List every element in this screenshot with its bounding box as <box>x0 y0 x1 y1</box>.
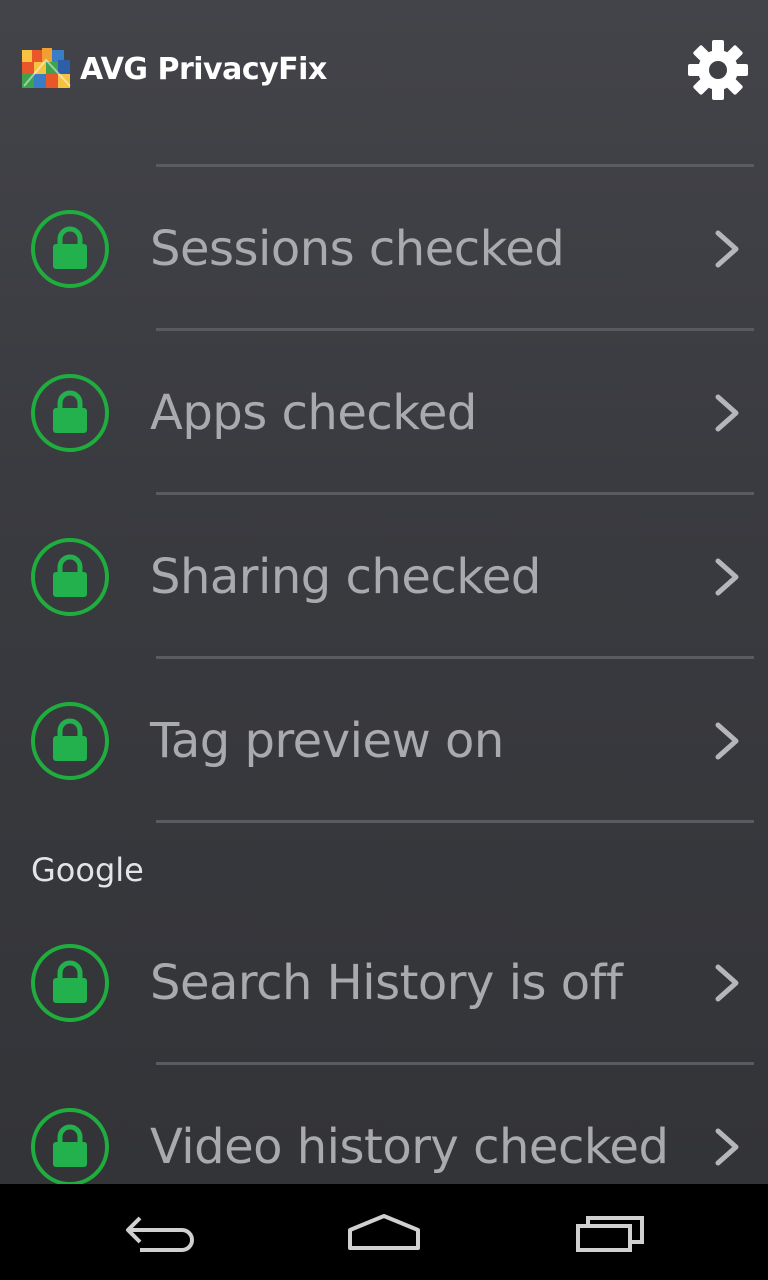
back-button[interactable] <box>100 1196 220 1268</box>
list-divider <box>156 164 754 167</box>
app-header: AVG PrivacyFix <box>0 0 768 140</box>
list-item-search-history[interactable]: Search History is off <box>0 902 768 1064</box>
list-item-video-history[interactable]: Video history checked <box>0 1066 768 1184</box>
chevron-right-icon <box>715 558 739 596</box>
system-navigation-bar <box>0 1184 768 1280</box>
chevron-right-icon <box>715 1128 739 1166</box>
lock-icon <box>31 702 109 780</box>
list-item-label: Tag preview on <box>150 713 504 769</box>
recent-apps-icon <box>576 1216 644 1252</box>
lock-icon <box>31 374 109 452</box>
lock-icon <box>31 538 109 616</box>
lock-icon <box>31 210 109 288</box>
list-item-label: Sharing checked <box>150 549 541 605</box>
lock-icon <box>31 1108 109 1184</box>
list-item-tag-preview[interactable]: Tag preview on <box>0 660 768 822</box>
chevron-right-icon <box>715 964 739 1002</box>
lock-icon <box>31 944 109 1022</box>
gear-icon[interactable] <box>686 38 750 102</box>
chevron-right-icon <box>715 722 739 760</box>
list-item-sessions[interactable]: Sessions checked <box>0 168 768 330</box>
home-button[interactable] <box>324 1196 444 1268</box>
list-item-label: Sessions checked <box>150 221 565 277</box>
list-item-label: Video history checked <box>150 1119 669 1175</box>
list-item-label: Search History is off <box>150 955 623 1011</box>
home-icon <box>348 1214 420 1250</box>
back-arrow-icon <box>126 1216 194 1252</box>
list-item-sharing[interactable]: Sharing checked <box>0 496 768 658</box>
screen: AVG PrivacyFix Sessions checked Apps che… <box>0 0 768 1280</box>
list-item-apps[interactable]: Apps checked <box>0 332 768 494</box>
chevron-right-icon <box>715 230 739 268</box>
app-content: AVG PrivacyFix Sessions checked Apps che… <box>0 0 768 1184</box>
avg-logo-icon <box>22 48 71 88</box>
app-title: AVG PrivacyFix <box>80 52 327 87</box>
recent-apps-button[interactable] <box>550 1196 670 1268</box>
section-header-google: Google <box>31 851 144 889</box>
list-item-label: Apps checked <box>150 385 477 441</box>
chevron-right-icon <box>715 394 739 432</box>
